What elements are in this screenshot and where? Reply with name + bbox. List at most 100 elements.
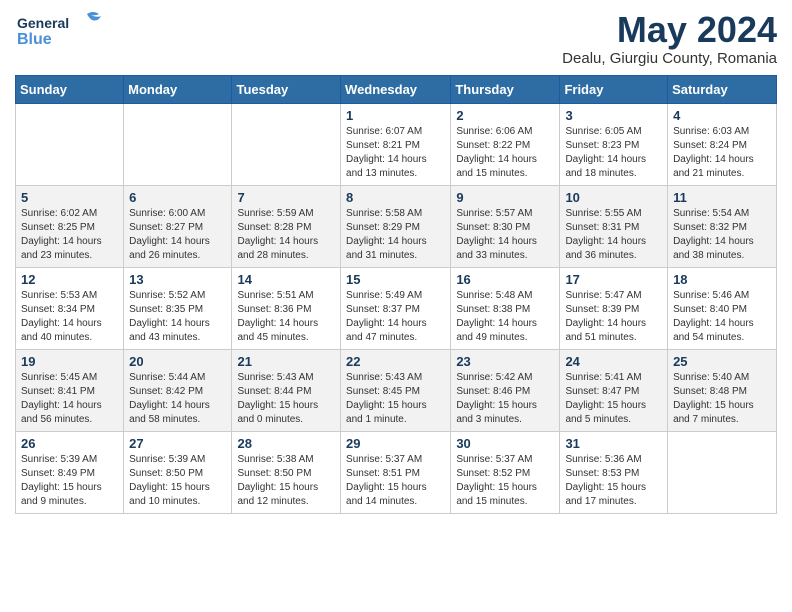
calendar-cell: 19 Sunrise: 5:45 AM Sunset: 8:41 PM Dayli…	[16, 349, 124, 431]
col-saturday: Saturday	[668, 75, 777, 103]
col-friday: Friday	[560, 75, 668, 103]
logo: General Blue	[15, 10, 105, 52]
day-number: 17	[565, 272, 662, 287]
calendar-cell: 13 Sunrise: 5:52 AM Sunset: 8:35 PM Dayli…	[124, 267, 232, 349]
day-info: Sunrise: 5:41 AM Sunset: 8:47 PM Dayligh…	[565, 371, 662, 427]
calendar-cell: 8 Sunrise: 5:58 AM Sunset: 8:29 PM Daylig…	[341, 185, 451, 267]
day-number: 12	[21, 272, 118, 287]
calendar-cell: 22 Sunrise: 5:43 AM Sunset: 8:45 PM Dayli…	[341, 349, 451, 431]
calendar-week-row: 12 Sunrise: 5:53 AM Sunset: 8:34 PM Dayli…	[16, 267, 777, 349]
calendar-cell	[668, 431, 777, 513]
main-title: May 2024	[562, 10, 777, 50]
calendar-cell: 17Sunrise: 5:47 AM Sunset: 8:39 PM Dayli…	[560, 267, 668, 349]
day-number: 31	[565, 436, 662, 451]
header: General Blue May 2024 Dealu, Giurgiu Cou…	[15, 10, 777, 67]
calendar-cell: 12 Sunrise: 5:53 AM Sunset: 8:34 PM Dayli…	[16, 267, 124, 349]
day-number: 14	[237, 272, 335, 287]
col-sunday: Sunday	[16, 75, 124, 103]
day-info: Sunrise: 5:36 AM Sunset: 8:53 PM Dayligh…	[565, 453, 662, 509]
day-number: 20	[129, 354, 226, 369]
day-info: Sunrise: 5:53 AM Sunset: 8:34 PM Dayligh…	[21, 289, 118, 345]
col-tuesday: Tuesday	[232, 75, 341, 103]
calendar-cell: 20Sunrise: 5:44 AM Sunset: 8:42 PM Dayli…	[124, 349, 232, 431]
day-info: Sunrise: 6:07 AM Sunset: 8:21 PM Dayligh…	[346, 125, 445, 181]
col-wednesday: Wednesday	[341, 75, 451, 103]
day-info: Sunrise: 6:02 AM Sunset: 8:25 PM Dayligh…	[21, 207, 118, 263]
day-number: 29	[346, 436, 445, 451]
day-info: Sunrise: 6:03 AM Sunset: 8:24 PM Dayligh…	[673, 125, 771, 181]
calendar-week-row: 5 Sunrise: 6:02 AM Sunset: 8:25 PM Daylig…	[16, 185, 777, 267]
calendar-cell: 27 Sunrise: 5:39 AM Sunset: 8:50 PM Dayli…	[124, 431, 232, 513]
day-number: 6	[129, 190, 226, 205]
svg-text:Blue: Blue	[17, 31, 52, 48]
day-info: Sunrise: 5:43 AM Sunset: 8:44 PM Dayligh…	[237, 371, 335, 427]
calendar-cell: 9 Sunrise: 5:57 AM Sunset: 8:30 PM Daylig…	[451, 185, 560, 267]
page: General Blue May 2024 Dealu, Giurgiu Cou…	[0, 0, 792, 612]
day-info: Sunrise: 6:00 AM Sunset: 8:27 PM Dayligh…	[129, 207, 226, 263]
svg-text:General: General	[17, 15, 69, 31]
calendar-cell: 30Sunrise: 5:37 AM Sunset: 8:52 PM Dayli…	[451, 431, 560, 513]
calendar-cell: 18Sunrise: 5:46 AM Sunset: 8:40 PM Dayli…	[668, 267, 777, 349]
day-info: Sunrise: 5:42 AM Sunset: 8:46 PM Dayligh…	[456, 371, 554, 427]
calendar-cell: 25Sunrise: 5:40 AM Sunset: 8:48 PM Dayli…	[668, 349, 777, 431]
calendar-cell: 5 Sunrise: 6:02 AM Sunset: 8:25 PM Daylig…	[16, 185, 124, 267]
calendar-cell	[16, 103, 124, 185]
day-info: Sunrise: 5:45 AM Sunset: 8:41 PM Dayligh…	[21, 371, 118, 427]
day-number: 1	[346, 108, 445, 123]
day-info: Sunrise: 5:58 AM Sunset: 8:29 PM Dayligh…	[346, 207, 445, 263]
calendar-cell: 14 Sunrise: 5:51 AM Sunset: 8:36 PM Dayli…	[232, 267, 341, 349]
day-number: 23	[456, 354, 554, 369]
day-info: Sunrise: 5:52 AM Sunset: 8:35 PM Dayligh…	[129, 289, 226, 345]
day-number: 16	[456, 272, 554, 287]
day-number: 9	[456, 190, 554, 205]
calendar-cell	[232, 103, 341, 185]
day-number: 3	[565, 108, 662, 123]
day-info: Sunrise: 5:46 AM Sunset: 8:40 PM Dayligh…	[673, 289, 771, 345]
day-number: 27	[129, 436, 226, 451]
subtitle: Dealu, Giurgiu County, Romania	[562, 50, 777, 67]
calendar-cell: 10 Sunrise: 5:55 AM Sunset: 8:31 PM Dayli…	[560, 185, 668, 267]
day-info: Sunrise: 5:59 AM Sunset: 8:28 PM Dayligh…	[237, 207, 335, 263]
day-info: Sunrise: 5:49 AM Sunset: 8:37 PM Dayligh…	[346, 289, 445, 345]
calendar-cell: 21Sunrise: 5:43 AM Sunset: 8:44 PM Dayli…	[232, 349, 341, 431]
calendar-cell: 2Sunrise: 6:06 AM Sunset: 8:22 PM Daylig…	[451, 103, 560, 185]
day-info: Sunrise: 5:48 AM Sunset: 8:38 PM Dayligh…	[456, 289, 554, 345]
day-number: 10	[565, 190, 662, 205]
calendar-cell: 16 Sunrise: 5:48 AM Sunset: 8:38 PM Dayli…	[451, 267, 560, 349]
day-number: 19	[21, 354, 118, 369]
logo-svg: General Blue	[15, 10, 105, 52]
day-number: 2	[456, 108, 554, 123]
calendar-cell	[124, 103, 232, 185]
calendar-cell: 24 Sunrise: 5:41 AM Sunset: 8:47 PM Dayli…	[560, 349, 668, 431]
calendar-cell: 6 Sunrise: 6:00 AM Sunset: 8:27 PM Daylig…	[124, 185, 232, 267]
calendar-cell: 1 Sunrise: 6:07 AM Sunset: 8:21 PM Daylig…	[341, 103, 451, 185]
calendar-cell: 31 Sunrise: 5:36 AM Sunset: 8:53 PM Dayli…	[560, 431, 668, 513]
calendar-cell: 29 Sunrise: 5:37 AM Sunset: 8:51 PM Dayli…	[341, 431, 451, 513]
day-number: 24	[565, 354, 662, 369]
day-info: Sunrise: 6:05 AM Sunset: 8:23 PM Dayligh…	[565, 125, 662, 181]
calendar-cell: 3 Sunrise: 6:05 AM Sunset: 8:23 PM Daylig…	[560, 103, 668, 185]
title-section: May 2024 Dealu, Giurgiu County, Romania	[562, 10, 777, 67]
col-thursday: Thursday	[451, 75, 560, 103]
calendar-week-row: 19 Sunrise: 5:45 AM Sunset: 8:41 PM Dayli…	[16, 349, 777, 431]
day-info: Sunrise: 5:39 AM Sunset: 8:49 PM Dayligh…	[21, 453, 118, 509]
day-number: 13	[129, 272, 226, 287]
day-info: Sunrise: 5:43 AM Sunset: 8:45 PM Dayligh…	[346, 371, 445, 427]
day-info: Sunrise: 5:37 AM Sunset: 8:51 PM Dayligh…	[346, 453, 445, 509]
day-number: 5	[21, 190, 118, 205]
day-info: Sunrise: 5:55 AM Sunset: 8:31 PM Dayligh…	[565, 207, 662, 263]
calendar-cell: 26Sunrise: 5:39 AM Sunset: 8:49 PM Dayli…	[16, 431, 124, 513]
day-number: 28	[237, 436, 335, 451]
day-number: 8	[346, 190, 445, 205]
calendar-table: Sunday Monday Tuesday Wednesday Thursday…	[15, 75, 777, 514]
calendar-cell: 23 Sunrise: 5:42 AM Sunset: 8:46 PM Dayli…	[451, 349, 560, 431]
calendar-week-row: 26Sunrise: 5:39 AM Sunset: 8:49 PM Dayli…	[16, 431, 777, 513]
calendar-week-row: 1 Sunrise: 6:07 AM Sunset: 8:21 PM Daylig…	[16, 103, 777, 185]
day-number: 30	[456, 436, 554, 451]
calendar-header-row: Sunday Monday Tuesday Wednesday Thursday…	[16, 75, 777, 103]
day-number: 22	[346, 354, 445, 369]
day-number: 25	[673, 354, 771, 369]
day-info: Sunrise: 5:39 AM Sunset: 8:50 PM Dayligh…	[129, 453, 226, 509]
day-info: Sunrise: 5:57 AM Sunset: 8:30 PM Dayligh…	[456, 207, 554, 263]
day-info: Sunrise: 5:51 AM Sunset: 8:36 PM Dayligh…	[237, 289, 335, 345]
